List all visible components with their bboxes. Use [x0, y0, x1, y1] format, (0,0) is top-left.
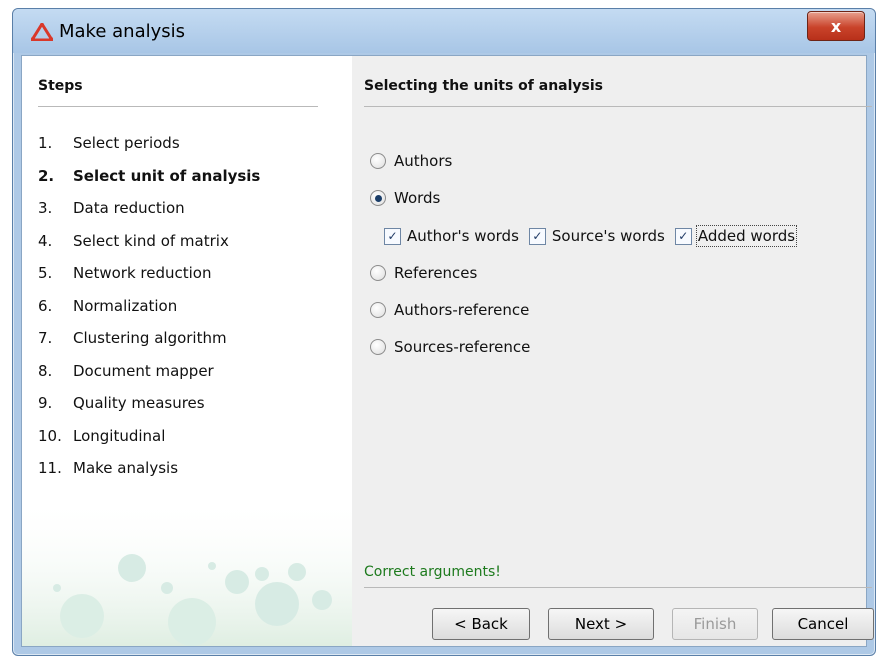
radio-authors-label: Authors [394, 152, 453, 170]
dialog-body: Steps 1. Select periods 2. Select unit of a… [21, 55, 874, 647]
checkbox-sources-words[interactable]: ✓ Source's words [528, 227, 665, 245]
status-message: Correct arguments! [364, 564, 501, 580]
step-item: 10. Longitudinal [38, 427, 260, 460]
back-button[interactable]: < Back [432, 608, 530, 640]
step-number: 2. [38, 166, 55, 185]
checkbox-authors-words[interactable]: ✓ Author's words [384, 227, 519, 245]
step-label: Normalization [73, 296, 178, 315]
radio-authors-reference-icon[interactable] [370, 302, 386, 318]
radio-sources-reference[interactable]: Sources-reference [370, 336, 530, 358]
step-label: Select unit of analysis [73, 166, 261, 185]
dialog-window: Make analysis x Steps 1. Select periods 2.… [12, 8, 876, 656]
radio-authors-icon[interactable] [370, 153, 386, 169]
word-source-checkboxes: ✓ Author's words ✓ Source's words ✓ Adde… [384, 224, 805, 248]
decorative-bubbles [22, 496, 352, 646]
content-divider [364, 106, 872, 107]
step-number: 7. [38, 329, 53, 347]
checkbox-added-words[interactable]: ✓ Added words [674, 225, 798, 247]
steps-list: 1. Select periods 2. Select unit of analysi… [38, 134, 260, 492]
checkmark-icon[interactable]: ✓ [674, 227, 692, 245]
step-number: 10. [38, 426, 62, 445]
checkbox-authors-words-label: Author's words [407, 227, 519, 245]
checkmark-icon[interactable]: ✓ [384, 227, 401, 245]
step-label: Make analysis [73, 459, 179, 477]
step-label: Document mapper [73, 361, 214, 380]
step-number: 9. [38, 394, 53, 412]
step-label: Select kind of matrix [73, 231, 229, 250]
radio-words-selected-icon[interactable] [370, 190, 386, 206]
step-label: Longitudinal [73, 426, 166, 445]
radio-sources-reference-icon[interactable] [370, 339, 386, 355]
status-divider [364, 587, 872, 588]
steps-panel: Steps 1. Select periods 2. Select unit of a… [22, 56, 352, 646]
step-label: Clustering algorithm [73, 329, 227, 347]
radio-authors-reference-label: Authors-reference [394, 301, 530, 319]
checkbox-added-words-label: Added words [695, 225, 798, 247]
radio-words[interactable]: Words [370, 187, 440, 209]
step-number: 6. [38, 296, 53, 315]
step-number: 11. [38, 459, 62, 477]
step-label: Select periods [73, 134, 180, 152]
content-heading: Selecting the units of analysis [364, 78, 604, 94]
title-bar[interactable]: Make analysis x [13, 9, 875, 53]
step-item: 9. Quality measures [38, 394, 260, 427]
radio-authors[interactable]: Authors [370, 150, 452, 172]
checkmark-icon[interactable]: ✓ [528, 227, 546, 245]
checkbox-sources-words-label: Source's words [551, 227, 665, 245]
step-number: 4. [38, 231, 53, 250]
step-item: 5. Network reduction [38, 264, 260, 297]
step-number: 1. [38, 134, 53, 152]
radio-references-label: References [394, 264, 478, 282]
step-item: 2. Select unit of analysis [38, 167, 260, 200]
content-panel: Selecting the units of analysis Authors … [352, 56, 874, 646]
step-item: 3. Data reduction [38, 199, 260, 232]
step-item: 1. Select periods [38, 134, 260, 167]
step-number: 3. [38, 199, 53, 217]
step-label: Data reduction [73, 199, 185, 217]
step-number: 5. [38, 264, 53, 282]
step-item: 4. Select kind of matrix [38, 232, 260, 265]
step-item: 7. Clustering algorithm [38, 329, 260, 362]
step-item: 11. Make analysis [38, 459, 260, 492]
radio-references[interactable]: References [370, 262, 477, 284]
cancel-button[interactable]: Cancel [772, 608, 874, 640]
app-logo-icon [31, 23, 53, 41]
steps-divider [38, 106, 318, 107]
step-label: Quality measures [73, 394, 205, 412]
radio-sources-reference-label: Sources-reference [394, 338, 531, 356]
step-number: 8. [38, 361, 53, 380]
step-item: 6. Normalization [38, 297, 260, 330]
radio-authors-reference[interactable]: Authors-reference [370, 299, 529, 321]
step-item: 8. Document mapper [38, 362, 260, 395]
finish-button: Finish [672, 608, 758, 640]
radio-references-icon[interactable] [370, 265, 386, 281]
radio-words-label: Words [394, 189, 441, 207]
window-title: Make analysis [59, 21, 186, 42]
step-label: Network reduction [73, 264, 212, 282]
close-icon: x [830, 16, 842, 36]
close-button[interactable]: x [807, 11, 865, 41]
next-button[interactable]: Next > [548, 608, 654, 640]
steps-heading: Steps [38, 78, 83, 94]
